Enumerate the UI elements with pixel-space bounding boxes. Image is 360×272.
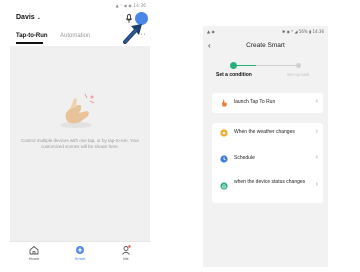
- condition-card-manual: launch Tap To Run ›: [212, 93, 323, 113]
- create-smart-screen: ▲ ◉ ✱ ◉ ᴺ ◢ 56% ▮ 14:36 ‹ Create Smart S…: [203, 26, 328, 267]
- empty-state-message: Control multiple devices with one tap, o…: [20, 138, 140, 149]
- chevron-down-icon: ⌄: [36, 15, 41, 21]
- home-icon: [29, 245, 39, 255]
- tab-underline: [16, 42, 43, 44]
- chevron-right-icon: ›: [315, 154, 318, 161]
- nav-me[interactable]: Me: [111, 245, 141, 261]
- smart-icon: [76, 246, 84, 254]
- sun-icon: [220, 129, 228, 137]
- step-label-task: Set up task: [287, 72, 310, 77]
- nav-smart[interactable]: Smart: [65, 245, 95, 261]
- bottom-nav: Home Smart Me: [10, 241, 150, 272]
- condition-label: Schedule: [234, 155, 255, 161]
- scene-tabs: Tap-to-Run Automation ···: [16, 31, 147, 45]
- nav-home-label: Home: [28, 256, 40, 261]
- tab-tap-to-run[interactable]: Tap-to-Run: [16, 33, 48, 39]
- condition-card-auto: When the weather changes › Schedule › wh…: [212, 123, 323, 203]
- home-selector[interactable]: Davis ⌄: [16, 14, 41, 21]
- step-dot-active: [230, 62, 237, 69]
- condition-row-schedule[interactable]: Schedule ›: [212, 149, 323, 169]
- condition-label: when the device status changes: [234, 179, 306, 185]
- status-bar: ▲ ◉ ✱ ◉ ᴺ ◢ 56% ▮ 14:36: [207, 29, 324, 35]
- chevron-right-icon: ›: [315, 181, 318, 188]
- hand-tap-icon: [222, 99, 227, 107]
- home-screen: ▲ ᵀ ◀ ◉ 14:36 Davis ⌄ Tap-to-Run Automati…: [10, 0, 150, 272]
- tab-automation[interactable]: Automation: [60, 33, 90, 39]
- step-progress-track: [233, 65, 299, 66]
- status-left: ▲ ◉: [207, 29, 215, 34]
- condition-label: When the weather changes: [234, 129, 295, 135]
- step-label-condition: Set a condition: [216, 72, 252, 78]
- condition-row-device-status[interactable]: when the device status changes ›: [212, 176, 323, 196]
- status-right: ✱ ◉ ᴺ ◢ 56% ▮ 14:36: [281, 29, 324, 34]
- empty-state: Control multiple devices with one tap, o…: [10, 46, 150, 241]
- device-icon: [220, 182, 228, 190]
- clock-icon: [220, 155, 228, 163]
- nav-me-label: Me: [123, 256, 129, 261]
- step-dot-inactive: [296, 63, 301, 68]
- me-icon: [122, 245, 131, 255]
- nav-smart-label: Smart: [74, 256, 86, 261]
- chevron-right-icon: ›: [315, 128, 318, 135]
- condition-label: launch Tap To Run: [234, 99, 276, 105]
- condition-row-tap-to-run[interactable]: launch Tap To Run ›: [212, 93, 323, 113]
- home-name: Davis: [16, 14, 35, 21]
- tap-hand-illustration-icon: [60, 93, 95, 128]
- condition-row-weather[interactable]: When the weather changes ›: [212, 123, 323, 143]
- nav-home[interactable]: Home: [19, 245, 49, 261]
- more-options-icon[interactable]: ···: [138, 31, 147, 38]
- chevron-right-icon: ›: [315, 98, 318, 105]
- page-title: Create Smart: [246, 42, 285, 49]
- status-bar: ▲ ᵀ ◀ ◉ 14:36: [115, 3, 146, 8]
